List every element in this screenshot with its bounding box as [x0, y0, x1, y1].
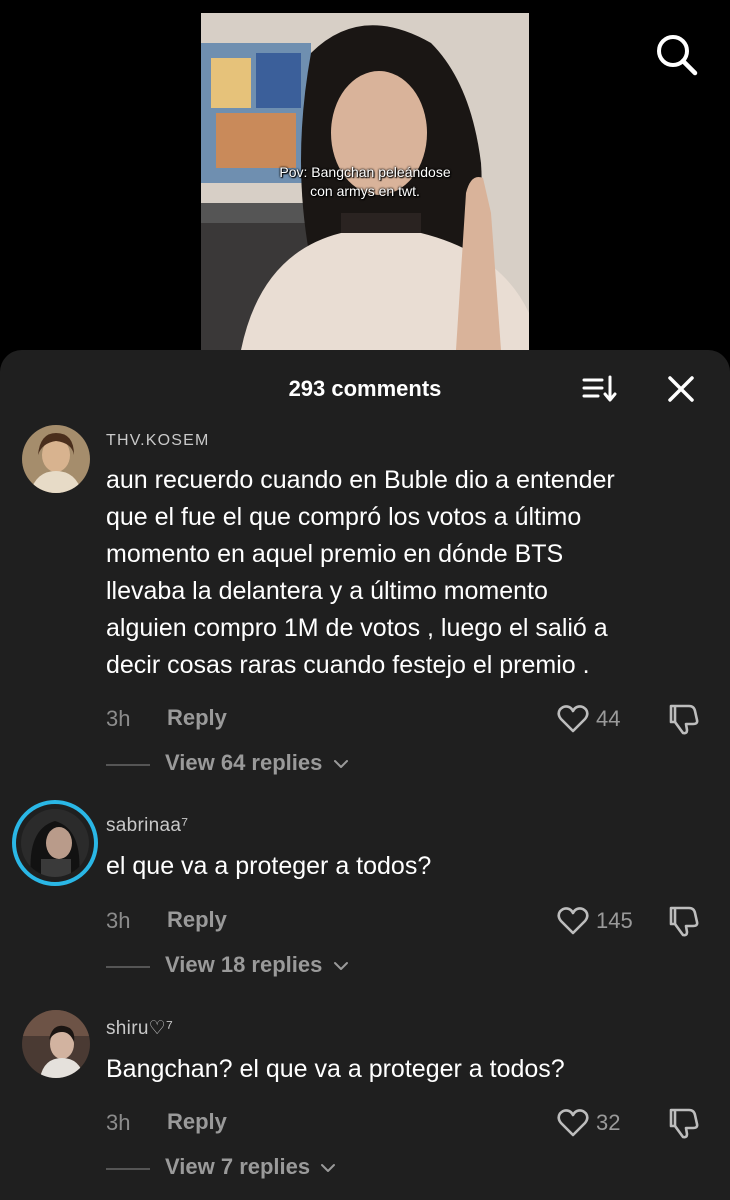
comments-sheet: 293 comments THV.KOSEM aun recuerdo cuan…	[0, 350, 730, 1200]
avatar[interactable]	[22, 425, 90, 493]
avatar-image	[21, 809, 89, 877]
heart-icon	[557, 705, 589, 733]
comment-username[interactable]: THV.KOSEM	[106, 432, 210, 450]
comment-time: 3h	[106, 1110, 131, 1135]
view-replies-label: View 64 replies	[165, 750, 323, 775]
heart-icon	[557, 1109, 589, 1137]
dislike-button[interactable]	[665, 904, 701, 938]
close-icon	[668, 376, 694, 402]
dislike-button[interactable]	[665, 1106, 701, 1140]
avatar-image	[22, 1010, 90, 1078]
comment-item: sabrinaa⁷ el que va a proteger a todos? …	[0, 800, 730, 990]
replies-divider	[106, 966, 150, 968]
search-button[interactable]	[652, 30, 702, 80]
like-count: 145	[596, 908, 633, 933]
chevron-down-icon	[333, 760, 348, 769]
like-button[interactable]	[556, 904, 590, 938]
view-replies-label: View 18 replies	[165, 952, 323, 977]
close-button[interactable]	[664, 372, 698, 406]
comment-time: 3h	[106, 706, 131, 731]
search-icon	[657, 35, 698, 76]
comment-username[interactable]: sabrinaa⁷	[106, 815, 188, 837]
thumbs-down-icon	[669, 704, 699, 735]
chevron-down-icon	[333, 962, 348, 971]
avatar[interactable]	[21, 809, 89, 877]
reply-button[interactable]: Reply	[167, 1109, 227, 1135]
thumbs-down-icon	[669, 1108, 699, 1139]
replies-divider	[106, 1168, 150, 1170]
like-count: 32	[596, 1110, 621, 1135]
view-replies-label: View 7 replies	[165, 1154, 311, 1179]
comment-username[interactable]: shiru♡⁷	[106, 1017, 173, 1040]
reply-button[interactable]: Reply	[167, 907, 227, 933]
like-count: 44	[596, 706, 621, 731]
comment-item: shiru♡⁷ Bangchan? el que va a proteger a…	[0, 1005, 730, 1195]
comment-text: aun recuerdo cuando en Buble dio a enten…	[106, 466, 615, 679]
like-button[interactable]	[556, 702, 590, 736]
chevron-down-icon	[321, 1164, 336, 1173]
dislike-button[interactable]	[665, 702, 701, 736]
comment-text: Bangchan? el que va a proteger a todos?	[106, 1055, 565, 1083]
comment-text: el que va a proteger a todos?	[106, 852, 432, 880]
heart-icon	[557, 907, 589, 935]
view-replies-text-wrap: View 64 replies	[165, 750, 349, 776]
comment-time: 3h	[106, 908, 131, 933]
video-thumbnail[interactable]: Pov: Bangchan peleándose con armys en tw…	[201, 13, 529, 350]
reply-button[interactable]: Reply	[167, 705, 227, 731]
comment-item: THV.KOSEM aun recuerdo cuando en Buble d…	[0, 420, 730, 780]
view-replies-text-wrap: View 18 replies	[165, 952, 349, 978]
thumbs-down-icon	[669, 906, 699, 937]
like-button[interactable]	[556, 1106, 590, 1140]
avatar-image	[22, 425, 90, 493]
comments-header: 293 comments	[0, 350, 730, 430]
comments-count: 293 comments	[288, 376, 442, 401]
video-area: Pov: Bangchan peleándose con armys en tw…	[0, 0, 730, 360]
view-replies-text-wrap: View 7 replies	[165, 1154, 336, 1180]
video-caption: Pov: Bangchan peleándose con armys en tw…	[279, 164, 451, 199]
sort-button[interactable]	[580, 372, 620, 406]
avatar[interactable]	[22, 1010, 90, 1078]
replies-divider	[106, 764, 150, 766]
sort-icon	[582, 375, 617, 402]
